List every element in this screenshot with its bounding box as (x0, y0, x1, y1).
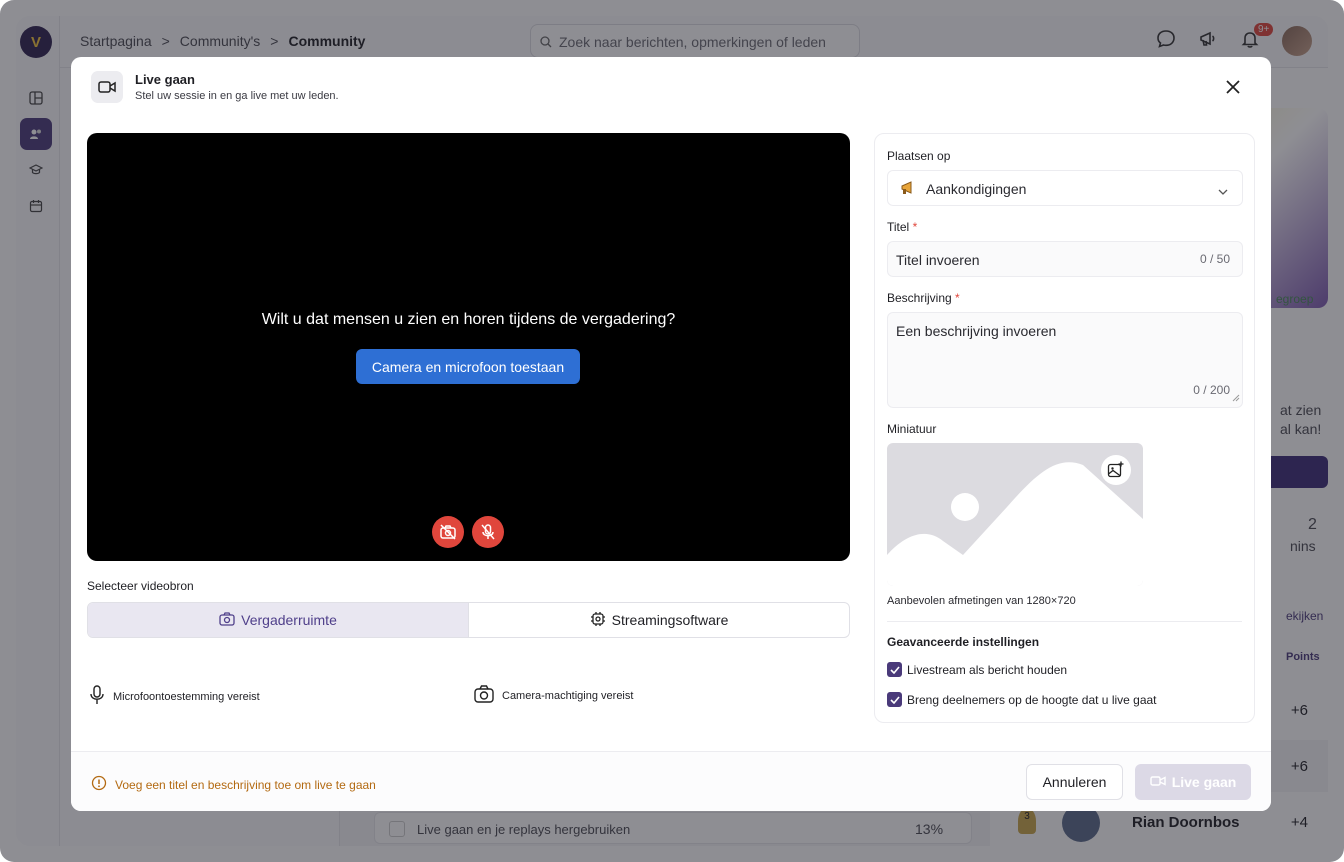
close-icon[interactable] (1223, 77, 1243, 97)
option-label: Livestream als bericht houden (907, 662, 1068, 677)
option-notify-members[interactable]: Breng deelnemers op de hoogte dat u live… (887, 692, 1157, 707)
chevron-down-icon (1218, 183, 1228, 199)
go-live-button[interactable]: Live gaan (1135, 764, 1251, 800)
source-option-label: Vergaderruimte (241, 612, 337, 628)
source-option-streaming-software[interactable]: Streamingsoftware (468, 603, 849, 637)
post-in-label: Plaatsen op (887, 149, 951, 163)
modal-header: Live gaan Stel uw sessie in en ga live m… (91, 71, 339, 103)
description-char-count: 0 / 200 (1193, 383, 1230, 397)
source-option-meeting-room[interactable]: Vergaderruimte (88, 603, 468, 637)
warning-text: Voeg een titel en beschrijving toe om li… (115, 777, 376, 792)
title-input[interactable]: Titel invoeren 0 / 50 (887, 241, 1243, 277)
allow-camera-mic-button[interactable]: Camera en microfoon toestaan (356, 349, 580, 384)
camera-off-icon[interactable] (432, 516, 464, 548)
camera-permission-status: Camera-machtiging vereist (474, 685, 633, 706)
camera-icon (474, 685, 494, 706)
video-camera-icon (1150, 774, 1166, 790)
title-label: Titel * (887, 220, 918, 234)
post-in-select[interactable]: Aankondigingen (887, 170, 1243, 206)
chip-icon (590, 611, 606, 630)
checkbox-checked-icon[interactable] (887, 662, 902, 677)
video-preview: Wilt u dat mensen u zien en horen tijden… (87, 133, 850, 561)
video-camera-icon (91, 71, 123, 103)
camera-permission-text: Camera-machtiging vereist (502, 689, 634, 702)
modal-subtitle: Stel uw sessie in en ga live met uw lede… (135, 90, 339, 102)
video-source-selector: Vergaderruimte Streamingsoftware (87, 602, 850, 638)
go-live-label: Live gaan (1171, 774, 1237, 790)
advanced-settings-heading: Geavanceerde instellingen (887, 635, 1040, 649)
modal-footer: Voeg een titel en beschrijving toe om li… (71, 751, 1271, 811)
description-label: Beschrijving * (887, 291, 960, 305)
title-char-count: 0 / 50 (1199, 252, 1230, 266)
option-keep-as-post[interactable]: Livestream als bericht houden (887, 662, 1067, 677)
mic-permission-status: Microfoontoestemming vereist (89, 685, 260, 708)
description-textarea[interactable]: Een beschrijving invoeren 0 / 200 (887, 312, 1243, 408)
modal-title: Live gaan (135, 72, 195, 87)
source-option-label: Streamingsoftware (611, 612, 729, 628)
live-modal: Live gaan Stel uw sessie in en ga live m… (71, 57, 1271, 811)
resize-handle-icon[interactable] (1232, 389, 1240, 405)
video-source-label: Selecteer videobron (87, 579, 194, 593)
add-image-icon[interactable] (1101, 455, 1131, 485)
thumbnail-upload[interactable] (887, 443, 1143, 586)
microphone-icon (89, 685, 105, 708)
description-placeholder: Een beschrijving invoeren (896, 323, 1057, 339)
mic-permission-text: Microfoontoestemming vereist (113, 690, 260, 703)
thumbnail-size-hint: Aanbevolen afmetingen van 1280×720 (887, 595, 1076, 607)
option-label: Breng deelnemers op de hoogte dat u live… (907, 692, 1157, 707)
microphone-off-icon[interactable] (472, 516, 504, 548)
cancel-button[interactable]: Annuleren (1026, 764, 1123, 800)
validation-warning: Voeg een titel en beschrijving toe om li… (91, 775, 376, 794)
title-placeholder: Titel invoeren (896, 252, 980, 268)
warning-icon (91, 775, 107, 794)
section-divider (887, 621, 1242, 622)
megaphone-icon (900, 180, 918, 199)
camera-icon (219, 611, 235, 629)
permission-question: Wilt u dat mensen u zien en horen tijden… (261, 311, 676, 328)
live-settings-form: Plaatsen op Aankondigingen Titel * Titel… (874, 133, 1255, 723)
checkbox-checked-icon[interactable] (887, 692, 902, 707)
post-in-value: Aankondigingen (926, 181, 1027, 197)
thumbnail-label: Miniatuur (887, 422, 937, 436)
